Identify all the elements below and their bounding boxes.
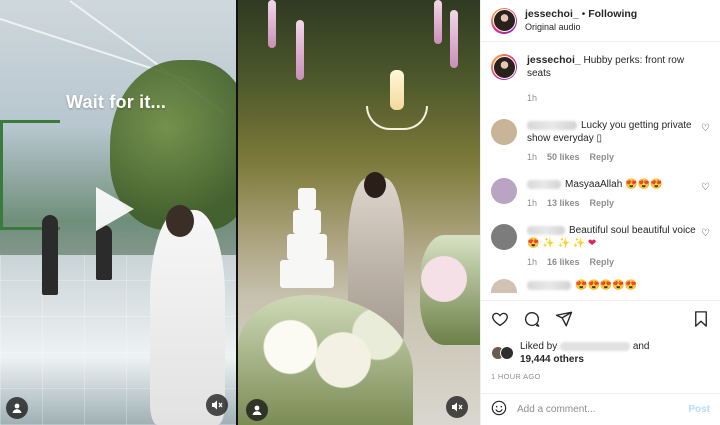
mute-icon[interactable] (446, 396, 468, 418)
singer-figure (150, 210, 225, 425)
guest-figure (96, 225, 112, 280)
user-icon[interactable] (246, 399, 268, 421)
comment-item-partial: 😍😍😍😍😍 (491, 279, 710, 293)
avatar[interactable] (500, 346, 514, 360)
post-sidebar: jessechoi_ • Following Original audio jess… (480, 0, 720, 425)
reply-button[interactable]: Reply (590, 151, 615, 164)
caption: jessechoi_ Hubby perks: front row seats … (491, 54, 710, 105)
comment-emoji: 😍😍😍😍😍 (575, 280, 638, 291)
avatar[interactable] (491, 224, 517, 250)
hanging-flowers (296, 20, 304, 80)
action-bar (481, 300, 720, 340)
stage-scaffold (0, 120, 60, 230)
avatar[interactable] (491, 54, 517, 80)
comment-time[interactable]: 1h (527, 151, 537, 164)
wedding-cake (280, 188, 334, 288)
post-button[interactable]: Post (688, 404, 710, 415)
hanging-flowers (434, 0, 442, 44)
username-link[interactable]: jessechoi_ (525, 8, 579, 20)
comment-likes[interactable]: 13 likes (547, 197, 580, 210)
mute-icon[interactable] (206, 394, 228, 416)
following-button[interactable]: Following (588, 8, 637, 20)
audio-label[interactable]: Original audio (525, 21, 637, 34)
avatar[interactable] (491, 279, 517, 293)
guest-figure (42, 215, 58, 295)
comment-emoji: 😍😍😍 (625, 179, 663, 190)
share-icon[interactable] (555, 310, 573, 331)
video-right[interactable] (238, 0, 480, 425)
comment-likes[interactable]: 16 likes (547, 256, 580, 269)
liked-and-label: and (632, 341, 650, 352)
user-icon[interactable] (6, 397, 28, 419)
video-left[interactable]: Wait for it... (0, 0, 238, 425)
likes-summary: Liked by and 19,444 others (481, 340, 720, 366)
hanging-flowers (450, 10, 458, 68)
comment-like-icon[interactable]: ♡ (701, 182, 710, 193)
video-caption-overlay: Wait for it... (66, 92, 167, 112)
emoji-icon[interactable] (491, 400, 507, 419)
bookmark-icon[interactable] (692, 310, 710, 331)
comment-item: Beautiful soul beautiful voice 😍 ✨ ✨ ✨ ❤… (491, 224, 710, 269)
avatar[interactable] (491, 119, 517, 145)
post-header: jessechoi_ • Following Original audio (481, 0, 720, 42)
comment-input[interactable] (517, 404, 689, 415)
comment-time[interactable]: 1h (527, 256, 537, 269)
blurred-username (527, 225, 565, 235)
avatar[interactable] (491, 7, 517, 34)
blurred-username (527, 280, 571, 290)
comment-like-icon[interactable]: ♡ (701, 123, 710, 134)
comment-likes[interactable]: 50 likes (547, 151, 580, 164)
caption-time[interactable]: 1h (527, 92, 537, 105)
separator-dot: • (581, 8, 586, 20)
comment-item: MasyaaAllah 😍😍😍 1h 13 likes Reply ♡ (491, 178, 710, 210)
comment-emoji: 😍 ✨ ✨ ✨ ❤ (527, 238, 597, 249)
singer-head (364, 172, 386, 198)
comment-like-icon[interactable]: ♡ (701, 228, 710, 239)
singer-head (166, 205, 194, 237)
comment-item: Lucky you getting private show everyday … (491, 119, 710, 164)
reply-button[interactable]: Reply (590, 197, 615, 210)
flower-arrangement (420, 235, 480, 345)
blurred-username (527, 179, 561, 189)
blurred-username (527, 120, 577, 130)
avatar[interactable] (491, 178, 517, 204)
play-icon[interactable] (96, 187, 134, 231)
add-comment-bar: Post (481, 393, 720, 425)
post-viewer: Wait for it... jessechoi_ • Following Or… (0, 0, 720, 425)
chandelier (366, 70, 428, 140)
blurred-liker-name[interactable] (560, 341, 631, 351)
comment-icon[interactable] (523, 310, 541, 331)
reply-button[interactable]: Reply (590, 256, 615, 269)
comment-time[interactable]: 1h (527, 197, 537, 210)
post-media[interactable]: Wait for it... (0, 0, 480, 425)
caption-username[interactable]: jessechoi_ (527, 54, 581, 66)
heart-icon[interactable] (491, 310, 509, 331)
hanging-flowers (268, 0, 276, 48)
comment-text: MasyaaAllah (565, 179, 623, 190)
post-timestamp[interactable]: 1 HOUR AGO (481, 366, 720, 381)
comment-text: Beautiful soul beautiful voice (569, 225, 696, 236)
comments-list[interactable]: jessechoi_ Hubby perks: front row seats … (481, 42, 720, 300)
likes-count-link[interactable]: 19,444 others (520, 354, 584, 365)
liked-by-label: Liked by (520, 341, 558, 352)
